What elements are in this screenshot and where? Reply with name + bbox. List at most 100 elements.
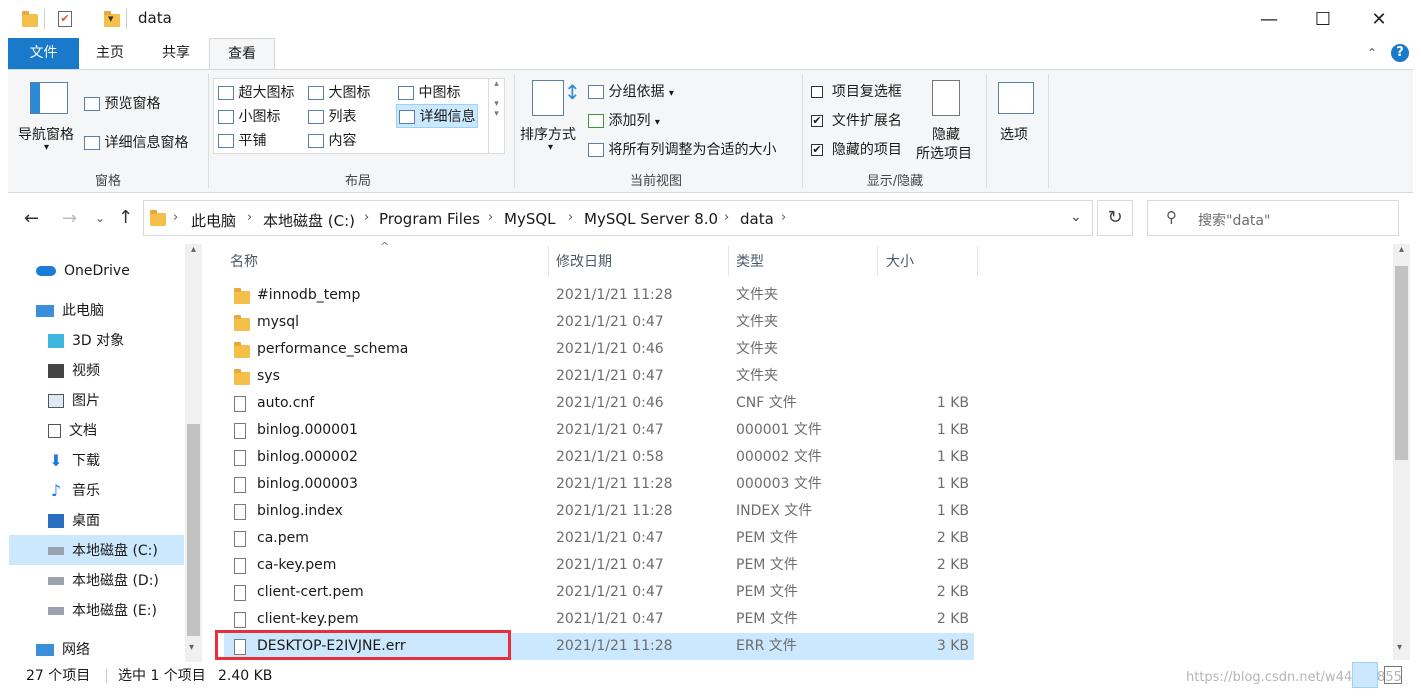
nav-item-onedrive[interactable]: OneDrive <box>36 257 204 285</box>
file-date: 2021/1/21 0:47 <box>556 611 664 627</box>
file-size: 1 KB <box>936 449 969 465</box>
group-by-button[interactable]: 分组依据 ▾ <box>588 81 674 101</box>
close-button[interactable]: ✕ <box>1356 0 1402 38</box>
options-icon <box>998 82 1034 114</box>
file-icon <box>234 396 246 412</box>
table-row[interactable]: performance_schema 2021/1/21 0:46 文件夹 <box>224 336 974 363</box>
table-row[interactable]: binlog.000002 2021/1/21 0:58 000002 文件 1 KB <box>224 444 974 471</box>
tab-share[interactable]: 共享 <box>150 38 202 69</box>
maximize-button[interactable]: ☐ <box>1300 0 1346 38</box>
add-columns-button[interactable]: 添加列 ▾ <box>588 110 660 130</box>
current-view-group-label: 当前视图 <box>629 174 682 189</box>
breadcrumb-local-disk-c[interactable]: 本地磁盘 (C:) <box>263 210 355 231</box>
column-header-size[interactable]: 大小 <box>886 250 914 274</box>
back-arrow-icon[interactable]: ← <box>24 208 39 229</box>
sort-by-button[interactable]: ↕ 排序方式 ▾ <box>520 78 584 168</box>
nav-pane-button[interactable]: 导航窗格 ▾ <box>18 78 76 168</box>
details-view-icon[interactable] <box>1352 662 1378 688</box>
column-header-type[interactable]: 类型 <box>736 250 764 274</box>
table-row[interactable]: client-key.pem 2021/1/21 0:47 PEM 文件 2 KB <box>224 606 974 633</box>
column-divider[interactable] <box>728 246 729 276</box>
chevron-right-icon[interactable]: › <box>247 210 252 225</box>
hide-selected-items-button[interactable]: 隐藏 所选项目 <box>914 78 978 168</box>
layout-tiles[interactable]: 平铺 <box>218 130 266 150</box>
table-row[interactable]: ca-key.pem 2021/1/21 0:47 PEM 文件 2 KB <box>224 552 974 579</box>
checkbox-checked[interactable]: ✔ <box>811 144 823 156</box>
search-box[interactable]: ⚲ 搜索"data" <box>1147 200 1399 236</box>
large-icons-view-icon[interactable] <box>1384 666 1402 684</box>
refresh-icon[interactable]: ↻ <box>1097 200 1133 236</box>
chevron-right-icon[interactable]: › <box>364 210 369 225</box>
layout-small-icons[interactable]: 小图标 <box>218 106 280 126</box>
table-row[interactable]: binlog.index 2021/1/21 11:28 INDEX 文件 1 KB <box>224 498 974 525</box>
tab-file[interactable]: 文件 <box>8 38 79 69</box>
breadcrumb-this-pc[interactable]: 此电脑 <box>191 210 236 231</box>
address-bar[interactable]: › 此电脑 › 本地磁盘 (C:) › Program Files › MySQ… <box>143 200 1093 236</box>
table-row[interactable]: ca.pem 2021/1/21 0:47 PEM 文件 2 KB <box>224 525 974 552</box>
layout-large-icons[interactable]: 大图标 <box>308 82 370 102</box>
size-all-columns-button[interactable]: 将所有列调整为合适的大小 <box>588 139 776 159</box>
file-date: 2021/1/21 0:47 <box>556 422 664 438</box>
nav-scrollbar[interactable]: ▴ ▾ <box>185 244 202 662</box>
recent-locations-chevron-icon[interactable]: ⌄ <box>95 211 105 225</box>
table-row[interactable]: mysql 2021/1/21 0:47 文件夹 <box>224 309 974 336</box>
customize-toolbar-chevron-icon[interactable]: ▾ <box>108 12 114 25</box>
collapse-ribbon-chevron-icon[interactable]: ⌃ <box>1367 46 1377 60</box>
help-icon[interactable]: ? <box>1391 44 1409 62</box>
chevron-right-icon[interactable]: › <box>568 210 573 225</box>
nav-scrollbar-thumb[interactable] <box>187 424 200 636</box>
hide-label: 隐藏 <box>932 127 960 143</box>
layout-list[interactable]: 列表 <box>308 106 356 126</box>
item-checkboxes-toggle[interactable]: 项目复选框 <box>811 81 902 101</box>
table-row[interactable]: #innodb_temp 2021/1/21 11:28 文件夹 <box>224 282 974 309</box>
breadcrumb-mysql-server[interactable]: MySQL Server 8.0 <box>584 210 718 228</box>
layout-details[interactable]: 详细信息 <box>396 104 479 128</box>
layout-medium-icons[interactable]: 中图标 <box>398 82 460 102</box>
file-type: 000002 文件 <box>736 449 822 465</box>
breadcrumb-program-files[interactable]: Program Files <box>379 210 480 228</box>
preview-pane-button[interactable]: 预览窗格 <box>84 93 160 113</box>
breadcrumb-mysql[interactable]: MySQL <box>504 210 556 228</box>
file-list-scrollbar[interactable]: ▴ ▾ <box>1393 244 1410 660</box>
checkbox-unchecked[interactable] <box>811 86 823 98</box>
column-header-date[interactable]: 修改日期 <box>556 250 612 274</box>
column-divider[interactable] <box>877 246 878 276</box>
layout-content[interactable]: 内容 <box>308 130 356 150</box>
hidden-items-toggle[interactable]: ✔ 隐藏的项目 <box>811 139 902 159</box>
table-row[interactable]: binlog.000001 2021/1/21 0:47 000001 文件 1 KB <box>224 417 974 444</box>
chevron-right-icon[interactable]: › <box>488 210 493 225</box>
table-row[interactable]: sys 2021/1/21 0:47 文件夹 <box>224 363 974 390</box>
tab-home[interactable]: 主页 <box>84 38 136 69</box>
nav-item-network[interactable]: 网络 <box>36 636 204 664</box>
chevron-right-icon[interactable]: › <box>781 210 786 225</box>
breadcrumb-data[interactable]: data <box>740 210 774 228</box>
minimize-button[interactable]: — <box>1246 0 1292 38</box>
column-divider[interactable] <box>548 246 549 276</box>
address-history-chevron-icon[interactable]: ⌄ <box>1070 209 1082 225</box>
table-row[interactable]: binlog.000003 2021/1/21 11:28 000003 文件 1 K… <box>224 471 974 498</box>
preview-pane-icon <box>84 97 100 111</box>
file-date: 2021/1/21 11:28 <box>556 503 673 519</box>
folder-icon <box>22 11 38 27</box>
tab-view[interactable]: 查看 <box>209 38 275 71</box>
column-divider[interactable] <box>977 246 978 276</box>
forward-arrow-icon[interactable]: → <box>62 208 77 229</box>
layout-extra-large-icons[interactable]: 超大图标 <box>218 82 294 102</box>
layout-gallery-scroll[interactable]: ▴ ▾ ▾ <box>488 79 504 153</box>
column-header-name[interactable]: 名称 <box>230 250 258 274</box>
details-pane-button[interactable]: 详细信息窗格 <box>84 132 188 152</box>
chevron-right-icon[interactable]: › <box>724 210 729 225</box>
nav-item-this-pc[interactable]: 此电脑 <box>36 297 204 325</box>
status-bar: 27 个项目 选中 1 个项目 2.40 KB https://blog.csd… <box>0 662 1421 690</box>
table-row[interactable]: auto.cnf 2021/1/21 0:46 CNF 文件 1 KB <box>224 390 974 417</box>
properties-icon[interactable]: ✔ <box>58 11 72 27</box>
file-list-scrollbar-thumb[interactable] <box>1395 266 1408 460</box>
file-extensions-toggle[interactable]: ✔ 文件扩展名 <box>811 110 902 130</box>
search-input[interactable]: 搜索"data" <box>1198 210 1270 230</box>
table-row[interactable]: client-cert.pem 2021/1/21 0:47 PEM 文件 2 KB <box>224 579 974 606</box>
options-button[interactable]: 选项 <box>992 78 1042 168</box>
file-size: 2 KB <box>936 530 969 546</box>
checkbox-checked[interactable]: ✔ <box>811 115 823 127</box>
chevron-right-icon[interactable]: › <box>173 210 178 225</box>
up-arrow-icon[interactable]: ↑ <box>118 207 133 228</box>
